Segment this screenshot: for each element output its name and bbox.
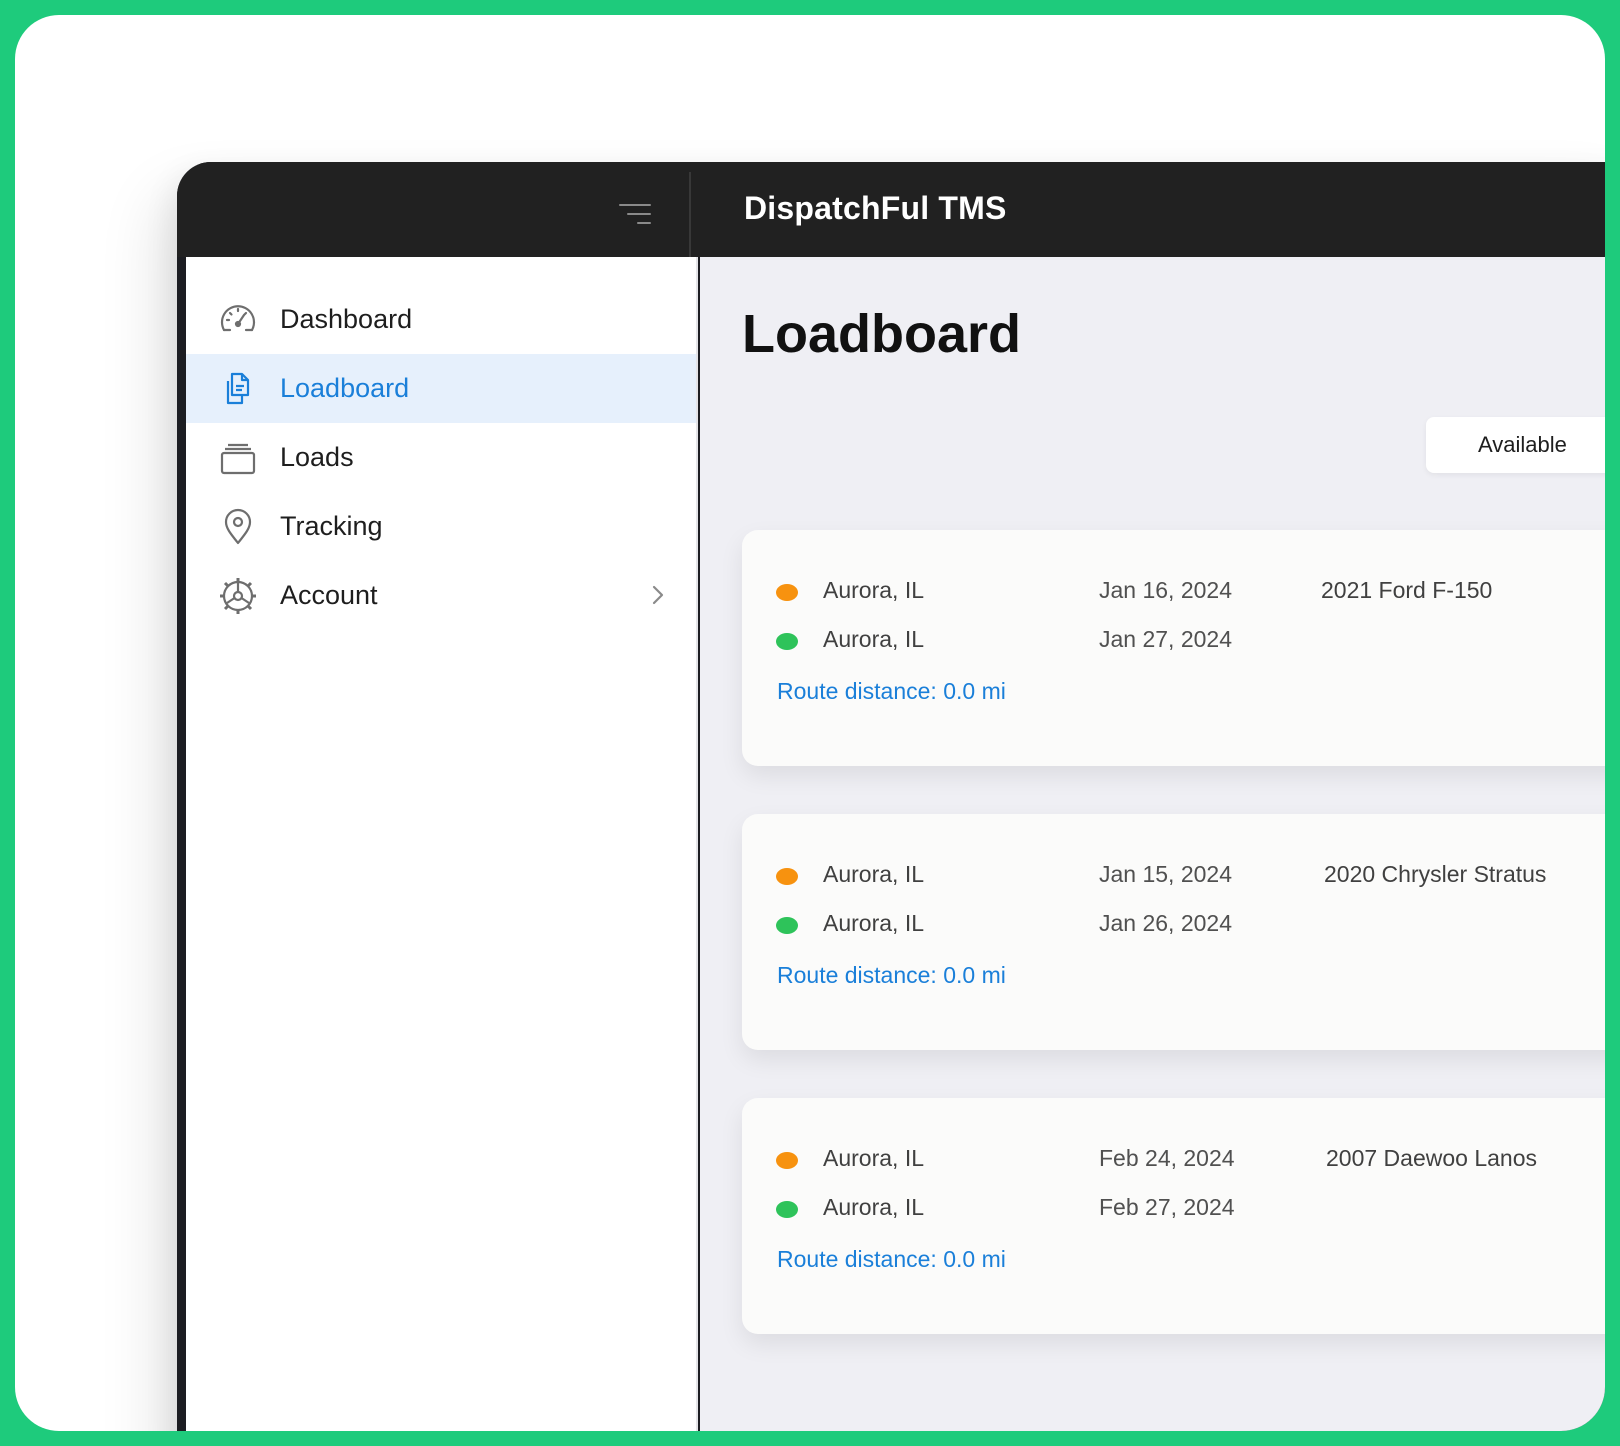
- origin-dot-icon: [776, 584, 798, 601]
- sidebar: Dashboard Loadboard Loads Tracking Accou…: [186, 257, 698, 1431]
- sidebar-item-loads[interactable]: Loads: [186, 423, 696, 492]
- app-title: DispatchFul TMS: [744, 190, 1007, 226]
- documents-icon: [218, 369, 258, 409]
- origin-city: Aurora, IL: [823, 861, 924, 887]
- gear-icon: [218, 576, 258, 616]
- origin-date: Jan 16, 2024: [1099, 577, 1233, 603]
- vehicle-name: 2007 Daewoo Lanos: [1326, 1145, 1537, 1171]
- load-card[interactable]: Aurora, IL Feb 24, 2024 2007 Daewoo Lano…: [742, 1098, 1605, 1334]
- top-bar: DispatchFul TMS: [177, 162, 1605, 257]
- topbar-divider: [689, 172, 691, 257]
- destination-date: Feb 27, 2024: [1099, 1194, 1235, 1220]
- origin-dot-icon: [776, 1152, 798, 1169]
- route-distance: Route distance: 0.0 mi: [777, 1246, 1006, 1272]
- route-distance: Route distance: 0.0 mi: [777, 962, 1006, 988]
- sidebar-item-label: Loadboard: [280, 373, 410, 403]
- destination-date: Jan 26, 2024: [1099, 910, 1233, 936]
- origin-city: Aurora, IL: [823, 1145, 924, 1171]
- sidebar-item-dashboard[interactable]: Dashboard: [186, 285, 696, 354]
- menu-toggle-icon[interactable]: [617, 202, 653, 228]
- vehicle-name: 2020 Chrysler Stratus: [1324, 861, 1547, 887]
- destination-dot-icon: [776, 1201, 798, 1218]
- filter-available-button[interactable]: Available: [1426, 417, 1605, 473]
- sidebar-item-loadboard[interactable]: Loadboard: [186, 354, 696, 423]
- chevron-right-icon[interactable]: [648, 583, 668, 607]
- destination-city: Aurora, IL: [823, 910, 924, 936]
- page-title: Loadboard: [742, 304, 1021, 364]
- location-pin-icon: [218, 507, 258, 547]
- main-content: Loadboard Available Aurora, IL Jan 16, 2…: [700, 257, 1605, 1431]
- sidebar-item-tracking[interactable]: Tracking: [186, 492, 696, 561]
- sidebar-item-label: Account: [280, 580, 378, 610]
- destination-date: Jan 27, 2024: [1099, 626, 1233, 652]
- destination-dot-icon: [776, 633, 798, 650]
- origin-date: Jan 15, 2024: [1099, 861, 1233, 887]
- destination-city: Aurora, IL: [823, 1194, 924, 1220]
- origin-date: Feb 24, 2024: [1099, 1145, 1235, 1171]
- sidebar-item-label: Tracking: [280, 511, 383, 541]
- load-card[interactable]: Aurora, IL Jan 16, 2024 2021 Ford F-150 …: [742, 530, 1605, 766]
- origin-dot-icon: [776, 868, 798, 885]
- sidebar-item-label: Dashboard: [280, 304, 413, 334]
- origin-city: Aurora, IL: [823, 577, 924, 603]
- app-window: DispatchFul TMS Dashboard Loadboard Load…: [177, 162, 1605, 1431]
- filter-label: Available: [1478, 432, 1567, 457]
- route-distance: Route distance: 0.0 mi: [777, 678, 1006, 704]
- speedometer-icon: [218, 300, 258, 340]
- sidebar-item-label: Loads: [280, 442, 354, 472]
- promo-frame: DispatchFul TMS Dashboard Loadboard Load…: [15, 15, 1605, 1431]
- destination-dot-icon: [776, 917, 798, 934]
- load-card[interactable]: Aurora, IL Jan 15, 2024 2020 Chrysler St…: [742, 814, 1605, 1050]
- sidebar-item-account[interactable]: Account: [186, 561, 696, 630]
- stack-icon: [218, 438, 258, 478]
- vehicle-name: 2021 Ford F-150: [1321, 577, 1493, 603]
- destination-city: Aurora, IL: [823, 626, 924, 652]
